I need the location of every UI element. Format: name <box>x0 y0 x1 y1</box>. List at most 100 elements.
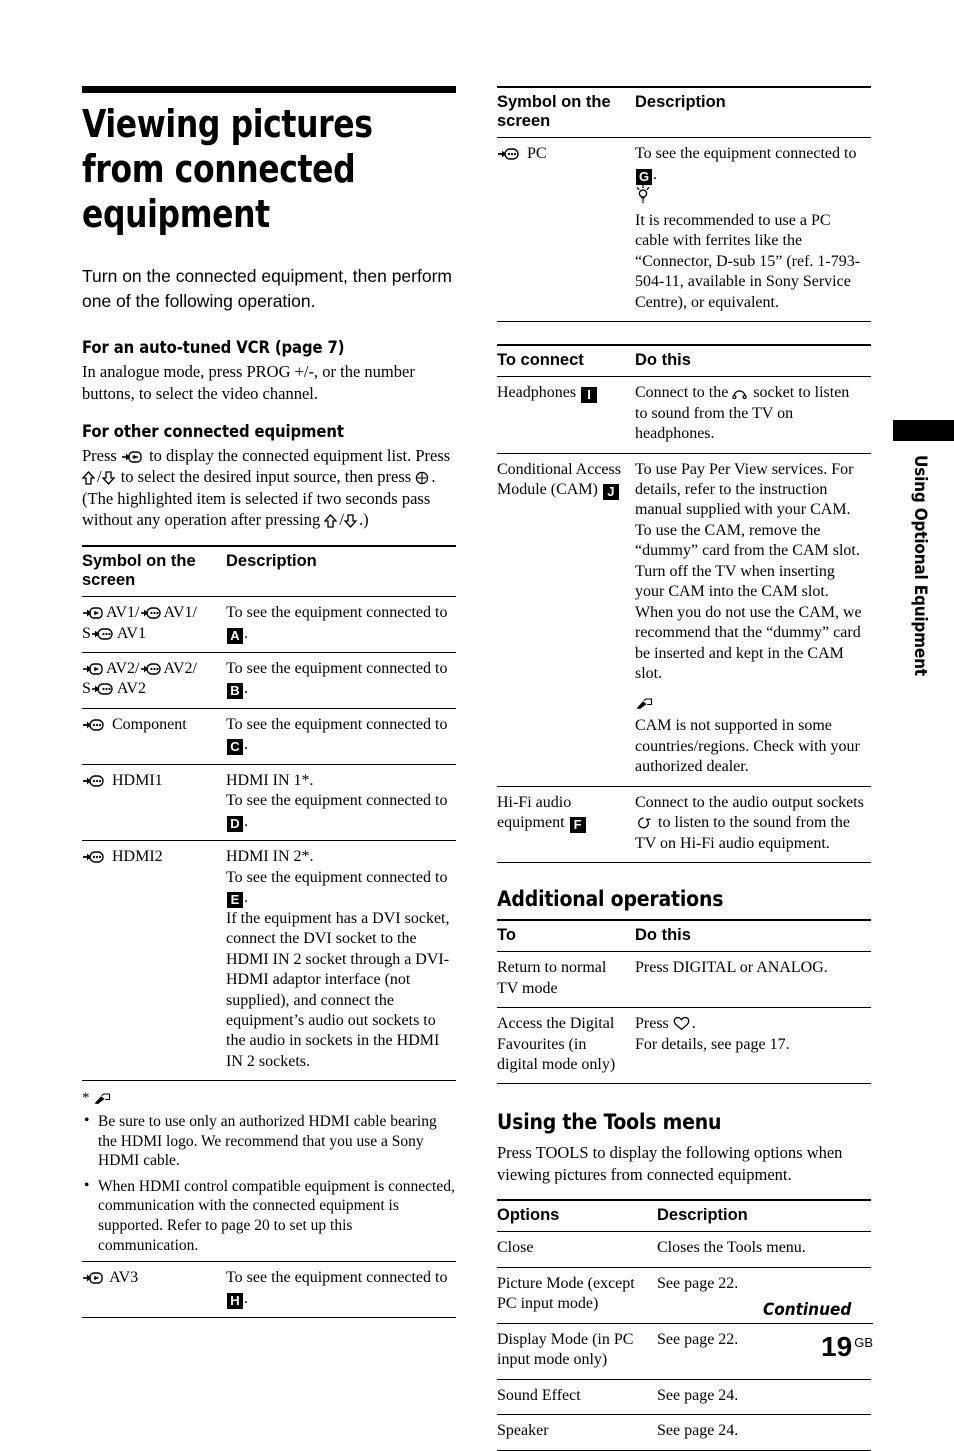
symbol-label: Component <box>112 715 187 733</box>
description-line: To see the equipment connected to D. <box>226 791 450 832</box>
table-row: AV2/AV2/ S AV2 To see the equipment conne… <box>82 652 456 709</box>
symbol-cell: Component <box>82 708 226 765</box>
symbol-label: AV2 <box>116 680 146 698</box>
s-video-icon <box>91 682 115 696</box>
list-item: When HDMI control compatible equipment i… <box>82 1176 456 1255</box>
description-text: To see the equipment connected to <box>226 868 448 886</box>
component-socket-icon <box>82 850 106 864</box>
description-cell: To see the equipment connected to G. It … <box>635 137 871 322</box>
description-cell: To see the equipment connected to C. <box>226 708 456 765</box>
note-icon-row <box>635 693 865 716</box>
table-row: Component To see the equipment connected… <box>82 708 456 765</box>
note-pencil-icon <box>93 1093 111 1110</box>
reference-badge: F <box>569 817 586 834</box>
symbol-description-table-continued: Symbol on the screen Description PC To s… <box>497 86 871 322</box>
description-cell: See page 24. <box>657 1414 871 1451</box>
column-header-symbol: Symbol on the screen <box>497 86 635 139</box>
do-this-cell: Connect to the socket to listen to sound… <box>635 376 871 454</box>
column-header-do-this: Do this <box>635 918 871 953</box>
do-this-cell: Press DIGITAL or ANALOG. <box>635 951 871 1009</box>
side-tab-marker <box>893 420 954 441</box>
note-text: CAM is not supported in some countries/r… <box>635 717 860 776</box>
option-cell: Sound Effect <box>497 1379 657 1416</box>
footnote-block: * Be sure to use only an authorized HDMI… <box>82 1080 456 1255</box>
do-this-text: To use Pay Per View services. For detail… <box>635 460 862 683</box>
description-cell: To see the equipment connected to A. <box>226 596 456 653</box>
column-header-to-connect: To connect <box>497 344 635 378</box>
table-row: AV1/AV1/ S AV1 To see the equipment conne… <box>82 596 456 653</box>
option-cell: Picture Mode (except PC input mode) <box>497 1267 657 1324</box>
input-arrow-icon <box>82 606 104 620</box>
title-rule <box>82 86 456 93</box>
footnote-marker-row: * <box>82 1090 456 1110</box>
symbol-label: AV1 <box>116 624 146 642</box>
table-row: HDMI1 HDMI IN 1*. To see the equipment c… <box>82 764 456 842</box>
s-video-icon <box>91 627 115 641</box>
component-socket-icon <box>82 718 106 732</box>
reference-badge: D <box>227 815 243 832</box>
symbol-description-table-av3: AV3 To see the equipment connected to H. <box>82 1261 456 1318</box>
input-arrow-icon <box>82 662 104 676</box>
table-row: Return to normal TV mode Press DIGITAL o… <box>497 951 871 1009</box>
description-line: HDMI IN 2*. <box>226 848 314 866</box>
description-text: To see the equipment connected to <box>226 604 448 622</box>
symbol-cell: AV3 <box>82 1261 226 1318</box>
do-this-text: Connect to the audio output sockets <box>635 793 864 811</box>
heading-additional-operations: Additional operations <box>497 886 724 911</box>
heart-favourites-icon <box>673 1016 690 1031</box>
footnote-marker: * <box>82 1090 90 1107</box>
symbol-label: AV3 <box>109 1269 139 1287</box>
symbol-cell: AV1/AV1/ S AV1 <box>82 596 226 653</box>
reference-badge: E <box>227 892 243 909</box>
symbol-cell: HDMI2 <box>82 841 226 1081</box>
table-row: Close Closes the Tools menu. <box>497 1231 871 1268</box>
document-page: Viewing pictures from connected equipmen… <box>0 0 954 1451</box>
enter-circle-icon <box>415 471 429 485</box>
do-this-text: . <box>691 1015 696 1033</box>
continued-label: Continued <box>763 1300 873 1324</box>
symbol-cell: AV2/AV2/ S AV2 <box>82 652 226 709</box>
table-header-row: Options Description <box>497 1199 871 1233</box>
do-this-text: to listen to the sound from the TV on Hi… <box>635 814 850 852</box>
table-header-row: Symbol on the screen Description <box>82 544 456 598</box>
tip-bulb-icon <box>635 185 651 210</box>
description-line: To see the equipment connected to G. <box>635 144 865 185</box>
table-row: Access the Digital Favourites (in digita… <box>497 1007 871 1085</box>
description-text: . <box>653 165 657 183</box>
symbol-label: AV1/ <box>106 604 140 622</box>
input-arrow-icon <box>82 1271 104 1285</box>
description-cell: To see the equipment connected to H. <box>226 1261 456 1318</box>
do-this-line: For details, see page 17. <box>635 1035 790 1053</box>
option-cell: Display Mode (in PC input mode only) <box>497 1323 657 1380</box>
tools-menu-body: Press TOOLS to display the following opt… <box>497 1143 843 1184</box>
symbol-cell: PC <box>497 137 635 322</box>
column-header-options: Options <box>497 1199 657 1233</box>
symbol-cell: HDMI1 <box>82 764 226 842</box>
table-row: AV3 To see the equipment connected to H. <box>82 1261 456 1318</box>
label-with-badge: Headphones I <box>497 384 598 404</box>
description-text: . <box>244 812 248 830</box>
do-this-cell: To use Pay Per View services. For detail… <box>635 453 871 787</box>
option-cell: Speaker <box>497 1414 657 1451</box>
auto-tuned-vcr-body: In analogue mode, press PROG +/-, or the… <box>82 362 415 403</box>
side-tab-label: Using Optional Equipment <box>910 455 930 676</box>
column-header-do-this: Do this <box>635 344 871 378</box>
intro-paragraph: Turn on the connected equipment, then pe… <box>82 266 452 312</box>
reference-badge: H <box>227 1292 243 1309</box>
input-arrow-icon <box>121 450 143 464</box>
tip-text: It is recommended to use a PC cable with… <box>635 211 861 311</box>
headphone-socket-icon <box>732 386 748 400</box>
text-fragment: to display the connected equipment list.… <box>144 446 451 466</box>
down-arrow-icon <box>101 471 115 486</box>
do-this-line: Press . <box>635 1014 865 1034</box>
do-this-text: Press <box>635 1015 673 1033</box>
connect-label-cell: Conditional Access Module (CAM) J <box>497 453 635 787</box>
description-text: To see the equipment connected to <box>635 145 857 163</box>
description-text: To see the equipment connected to <box>226 715 448 733</box>
to-cell: Access the Digital Favourites (in digita… <box>497 1007 635 1085</box>
symbol-label: HDMI1 <box>112 771 163 789</box>
column-header-description: Description <box>635 86 871 139</box>
description-cell: HDMI IN 1*. To see the equipment connect… <box>226 764 456 842</box>
column-header-description: Description <box>226 544 456 598</box>
option-cell: Close <box>497 1231 657 1268</box>
